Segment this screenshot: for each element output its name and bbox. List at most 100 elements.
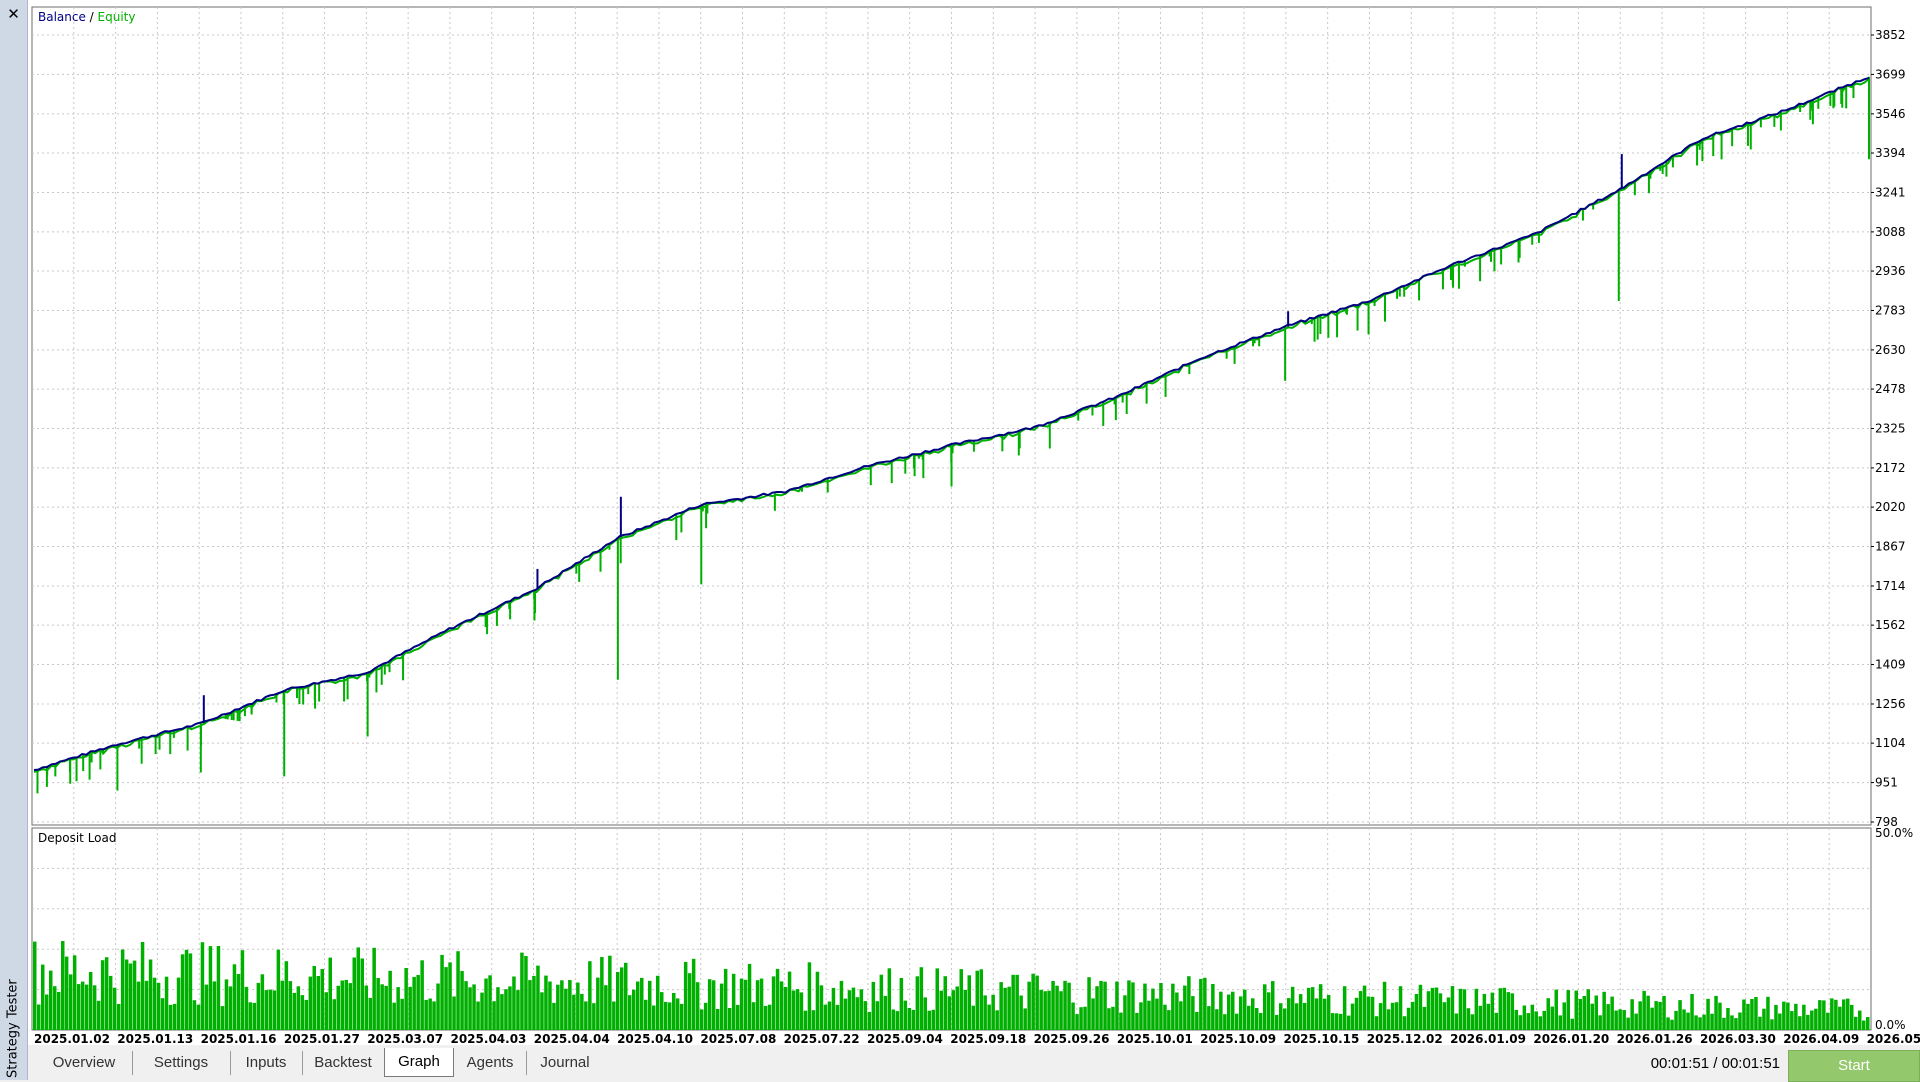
deposit-load-bar: [1506, 992, 1511, 1030]
deposit-load-bar: [1618, 1009, 1622, 1030]
deposit-load-bar: [88, 972, 93, 1030]
deposit-load-bar: [1366, 996, 1371, 1030]
x-tick-label: 2025.10.01: [1117, 1032, 1193, 1045]
deposit-load-bar: [64, 956, 69, 1030]
deposit-load-bar: [1482, 993, 1487, 1030]
deposit-load-bar: [484, 978, 488, 1030]
deposit-load-bar: [1846, 998, 1850, 1030]
deposit-load-bar: [572, 994, 576, 1030]
x-tick-label: 2025.10.15: [1283, 1032, 1359, 1045]
deposit-load-bar: [160, 998, 165, 1030]
deposit-load-bar: [1370, 996, 1375, 1030]
deposit-load-bar: [280, 980, 285, 1030]
deposit-load-bar: [336, 985, 340, 1030]
deposit-load-bar: [1035, 975, 1039, 1030]
deposit-load-bar: [256, 982, 261, 1030]
y-tick-label: 2172: [1875, 461, 1906, 475]
deposit-load-bar: [292, 992, 297, 1030]
deposit-load-bar: [308, 976, 313, 1030]
deposit-load-bar: [1259, 1013, 1263, 1030]
deposit-load-bar: [204, 984, 209, 1030]
deposit-load-bar: [1079, 1007, 1083, 1030]
deposit-load-bar: [747, 963, 752, 1030]
deposit-load-bar: [727, 1008, 732, 1030]
deposit-load-bar: [1091, 998, 1095, 1030]
legend: Balance / Equity: [38, 10, 135, 24]
deposit-y-tick-label: 50.0%: [1875, 826, 1913, 840]
deposit-load-bar: [883, 995, 888, 1030]
y-tick-label: 2325: [1875, 422, 1906, 436]
deposit-load-bar: [923, 997, 927, 1030]
deposit-load-bar: [652, 1005, 656, 1030]
deposit-load-bar: [1862, 1020, 1866, 1030]
y-axis-labels: 3852 3699 3546 3394 3241 3088 2936 2783 2630 2478…: [1871, 28, 1906, 829]
y-tick-label: 3241: [1875, 185, 1906, 199]
deposit-load-bar: [528, 980, 532, 1030]
tab-inputs[interactable]: Inputs: [230, 1051, 303, 1075]
start-button[interactable]: Start: [1788, 1050, 1920, 1082]
deposit-load-bar: [1866, 1017, 1870, 1030]
deposit-load-bar: [1418, 984, 1423, 1030]
deposit-load-bar: [1402, 1016, 1407, 1030]
deposit-load-bar: [500, 994, 504, 1030]
deposit-load-bar: [1159, 983, 1163, 1030]
deposit-load-bar: [799, 992, 804, 1030]
deposit-load-bar: [703, 1002, 708, 1030]
deposit-load-bar: [1566, 990, 1570, 1030]
deposit-load-bar: [1534, 1011, 1538, 1030]
deposit-load-bar: [963, 989, 967, 1030]
deposit-load-bar: [536, 965, 540, 1030]
x-tick-label: 2026.01.26: [1617, 1032, 1693, 1045]
deposit-load-bar: [1354, 997, 1359, 1030]
deposit-load-bar: [120, 949, 125, 1030]
deposit-load-bar: [640, 977, 644, 1030]
deposit-load-bar: [1390, 1002, 1395, 1030]
deposit-load-bar: [1802, 1004, 1806, 1030]
tab-overview[interactable]: Overview: [36, 1051, 133, 1075]
deposit-load-bar: [1434, 987, 1439, 1030]
tab-journal[interactable]: Journal: [526, 1051, 604, 1075]
deposit-load-bar: [352, 957, 356, 1030]
deposit-load-bar: [1730, 1015, 1734, 1030]
deposit-load-bar: [759, 978, 764, 1030]
deposit-load-bar: [1275, 1014, 1279, 1030]
deposit-load-bar: [660, 992, 664, 1030]
deposit-load-bar: [1790, 1011, 1794, 1030]
deposit-load-bar: [1694, 1015, 1698, 1030]
deposit-load-bar: [388, 970, 392, 1030]
deposit-load-bar: [364, 985, 368, 1030]
y-tick-label: 3546: [1875, 107, 1906, 121]
deposit-load-bar: [851, 987, 856, 1030]
deposit-load-bar: [512, 976, 516, 1030]
deposit-load-bar: [1786, 1002, 1790, 1030]
tab-graph[interactable]: Graph: [384, 1048, 454, 1077]
deposit-load-bar: [368, 997, 372, 1030]
deposit-load-bar: [1059, 991, 1063, 1030]
deposit-load-bar: [899, 978, 904, 1030]
deposit-load-bar: [859, 989, 864, 1030]
tab-settings[interactable]: Settings: [132, 1051, 231, 1075]
deposit-load-bar: [424, 999, 428, 1030]
deposit-load-bar: [392, 1002, 396, 1030]
deposit-load-bar: [1239, 996, 1243, 1030]
deposit-load-bar: [220, 1006, 225, 1030]
deposit-load-bar: [1235, 1013, 1239, 1030]
deposit-load-bar: [1003, 987, 1007, 1030]
deposit-load-bar: [304, 999, 309, 1030]
legend-balance: Balance: [38, 10, 86, 24]
deposit-load-bar: [576, 982, 580, 1030]
deposit-load-bar: [420, 960, 424, 1030]
deposit-load-bar: [272, 990, 277, 1030]
deposit-load-bar: [915, 976, 920, 1030]
deposit-load-bar: [260, 974, 265, 1030]
tab-backtest[interactable]: Backtest: [302, 1051, 384, 1075]
deposit-load-bar: [1131, 982, 1135, 1030]
deposit-load-bar: [1263, 984, 1267, 1030]
x-tick-label: 2025.01.27: [284, 1032, 360, 1045]
deposit-load-bar: [1279, 1003, 1283, 1030]
deposit-load-bar: [360, 958, 364, 1030]
deposit-load-bar: [568, 980, 572, 1030]
deposit-load-bar: [592, 1003, 596, 1030]
close-icon[interactable]: ✕: [0, 0, 27, 28]
tab-agents[interactable]: Agents: [454, 1051, 527, 1075]
